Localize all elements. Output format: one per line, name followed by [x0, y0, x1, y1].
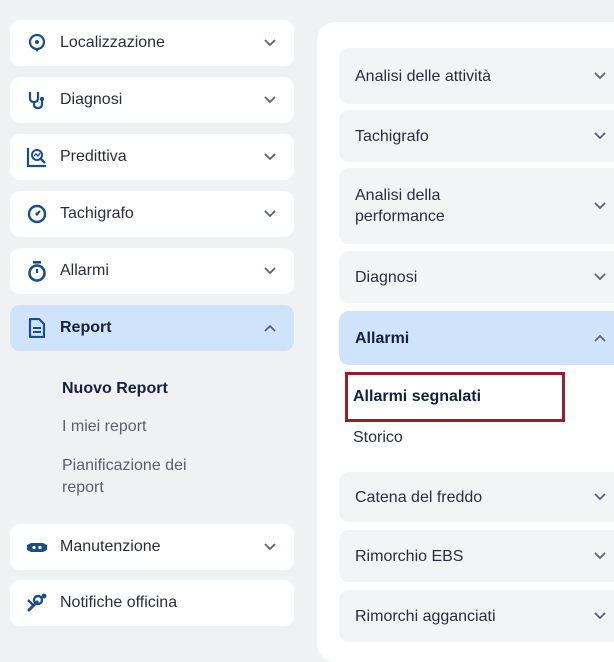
chevron-down-icon [264, 267, 276, 275]
sidebar-item-label: Report [60, 319, 112, 336]
chevron-down-icon [264, 39, 276, 47]
chevron-down-icon [594, 493, 606, 501]
sidebar-item-label: Tachigrafo [60, 205, 134, 222]
sidebar-item-label: Notifiche officina [60, 594, 178, 611]
sidebar-item-allarmi[interactable]: Allarmi [10, 248, 294, 294]
report-sub-pianificazione[interactable]: Pianificazione dei report [62, 455, 187, 499]
sidebar-item-label: Manutenzione [60, 538, 161, 555]
category-label: Catena del freddo [355, 488, 483, 506]
chevron-down-icon [594, 552, 606, 560]
chevron-down-icon [594, 202, 606, 210]
stethoscope-icon [26, 89, 48, 111]
sidebar-item-predittiva[interactable]: Predittiva [10, 134, 294, 180]
chevron-down-icon [264, 96, 276, 104]
tachograph-icon [26, 203, 48, 225]
chevron-down-icon [594, 132, 606, 140]
category-label: Rimorchi agganciati [355, 607, 496, 625]
sidebar-item-tachigrafo[interactable]: Tachigrafo [10, 191, 294, 237]
location-pin-icon [26, 32, 48, 54]
sidebar-item-manutenzione[interactable]: Manutenzione [10, 524, 294, 570]
category-rimorchio-ebs[interactable]: Rimorchio EBS [339, 530, 614, 582]
category-tachigrafo[interactable]: Tachigrafo [339, 110, 614, 162]
category-label: Analisi delle attività [355, 67, 492, 85]
category-label: Diagnosi [355, 268, 418, 286]
sidebar-item-label: Localizzazione [60, 34, 165, 51]
category-label: Allarmi [355, 329, 410, 347]
chevron-up-icon [594, 334, 606, 342]
predictive-chart-icon [26, 146, 48, 168]
sidebar-item-notifiche-officina[interactable]: Notifiche officina [10, 580, 294, 626]
sidebar-item-report[interactable]: Report [10, 305, 294, 351]
sidebar-item-label: Predittiva [60, 148, 127, 165]
maintenance-icon [26, 536, 48, 558]
category-analisi-attivita[interactable]: Analisi delle attività [339, 48, 614, 104]
allarmi-sub-storico[interactable]: Storico [353, 429, 403, 447]
sidebar-item-localizzazione[interactable]: Localizzazione [10, 20, 294, 66]
chevron-up-icon [264, 324, 276, 332]
sidebar-item-label: Allarmi [60, 262, 109, 279]
category-rimorchi-agganciati[interactable]: Rimorchi agganciati [339, 590, 614, 642]
category-label: Rimorchio EBS [355, 547, 464, 565]
stopwatch-icon [26, 260, 48, 282]
category-allarmi[interactable]: Allarmi [339, 311, 614, 365]
category-label: Tachigrafo [355, 127, 429, 145]
category-diagnosi[interactable]: Diagnosi [339, 251, 614, 303]
sidebar-item-label: Diagnosi [60, 91, 123, 108]
category-analisi-performance[interactable]: Analisi della performance [339, 168, 614, 244]
report-sub-i-miei-report[interactable]: I miei report [62, 416, 146, 438]
chevron-down-icon [264, 153, 276, 161]
chevron-down-icon [264, 543, 276, 551]
category-label: Analisi della performance [355, 187, 445, 225]
chevron-down-icon [594, 273, 606, 281]
allarmi-sub-segnalati[interactable]: Allarmi segnalati [353, 388, 481, 406]
chevron-down-icon [594, 72, 606, 80]
chevron-down-icon [264, 210, 276, 218]
report-sub-nuovo-report[interactable]: Nuovo Report [62, 378, 168, 400]
document-icon [26, 317, 48, 339]
category-catena-freddo[interactable]: Catena del freddo [339, 472, 614, 522]
workshop-icon [26, 592, 48, 614]
sidebar-item-diagnosi[interactable]: Diagnosi [10, 77, 294, 123]
chevron-down-icon [594, 612, 606, 620]
